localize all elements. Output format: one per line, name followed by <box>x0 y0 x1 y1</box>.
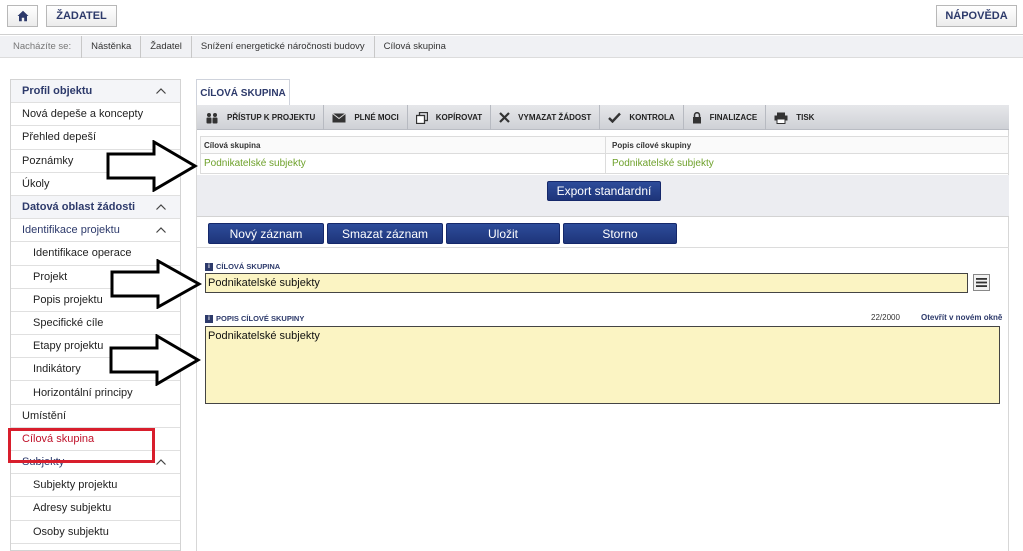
home-icon <box>17 10 28 22</box>
sidebar-section-datova-oblast[interactable]: Datová oblast žádosti <box>11 195 180 220</box>
novy-zaznam-button[interactable]: Nový záznam <box>208 223 324 244</box>
divider <box>197 247 1009 248</box>
toolbar-label: KOPÍROVAT <box>435 113 483 122</box>
toolbar-label: PLNÉ MOCI <box>354 113 399 122</box>
breadcrumb-item-project[interactable]: Snížení energetické náročnosti budovy <box>190 35 374 58</box>
toolbar-vymazat-button[interactable]: VYMAZAT ŽÁDOST <box>491 105 601 130</box>
sidebar-item-label: Profil objektu <box>22 85 93 98</box>
sidebar-section-identifikace-projektu[interactable]: Identifikace projektu <box>11 219 180 243</box>
toolbar-tisk-button[interactable]: TISK <box>766 105 822 130</box>
sidebar-item-subjekty-projektu[interactable]: Subjekty projektu <box>11 474 180 498</box>
printer-icon <box>774 112 788 124</box>
breadcrumb-label: Nacházíte se: <box>13 41 72 52</box>
table-row[interactable]: Podnikatelské subjekty Podnikatelské sub… <box>201 154 1008 173</box>
sidebar-item-osoby-subjektu[interactable]: Osoby subjektu <box>11 521 180 544</box>
sidebar-item-label: Adresy subjektu <box>33 502 112 515</box>
sidebar-item-label: Projekt <box>33 270 68 283</box>
toolbar-label: KONTROLA <box>629 113 675 122</box>
people-icon <box>206 112 218 123</box>
popis-cilove-skupiny-label: i POPIS CÍLOVÉ SKUPINY <box>205 314 304 323</box>
chevron-up-icon[interactable] <box>156 227 166 234</box>
toolbar-label: FINALIZACE <box>709 113 758 122</box>
x-icon <box>499 112 510 123</box>
sidebar-item-label: Specifické cíle <box>33 316 104 329</box>
sidebar-item-adresy-subjektu[interactable]: Adresy subjektu <box>11 497 180 521</box>
top-bar: ŽADATEL NÁPOVĚDA <box>0 0 1023 35</box>
copy-icon <box>415 111 428 124</box>
export-bar: Export standardní <box>197 175 1009 217</box>
sidebar-item-label: Indikátory <box>33 363 81 376</box>
sidebar-item-specificke-cile[interactable]: Specifické cíle <box>11 312 180 336</box>
table-cell: Podnikatelské subjekty <box>201 154 606 173</box>
field-label-text: CÍLOVÁ SKUPINA <box>216 262 281 271</box>
table-cell: Podnikatelské subjekty <box>612 158 714 169</box>
storno-button[interactable]: Storno <box>563 223 677 244</box>
toolbar-label: VYMAZAT ŽÁDOST <box>518 113 592 122</box>
sidebar-item-label: Úkoly <box>22 177 50 190</box>
sidebar-item-label: Popis projektu <box>33 293 103 306</box>
arrow-annotation <box>106 140 198 192</box>
check-icon <box>608 112 622 123</box>
toolbar-label: PŘÍSTUP K PROJEKTU <box>227 113 316 122</box>
main-panel: PŘÍSTUP K PROJEKTU PLNÉ MOCI KOPÍROVAT V… <box>196 105 1009 551</box>
zadatel-button[interactable]: ŽADATEL <box>46 5 117 27</box>
cilova-skupina-label: i CÍLOVÁ SKUPINA <box>205 262 280 271</box>
open-new-window-link[interactable]: Otevřít v novém okně <box>921 313 1002 322</box>
home-button[interactable] <box>7 5 38 27</box>
napoveda-button[interactable]: NÁPOVĚDA <box>936 5 1017 27</box>
popis-cilove-skupiny-textarea[interactable]: Podnikatelské subjekty <box>205 326 1000 404</box>
column-header-cilova-skupina[interactable]: Cílová skupina <box>201 137 606 153</box>
toolbar-plne-moci-button[interactable]: PLNÉ MOCI <box>324 105 408 130</box>
sidebar-item-label: Identifikace projektu <box>22 224 120 237</box>
breadcrumb-item-zadatel[interactable]: Žadatel <box>140 35 191 58</box>
highlight-box <box>8 428 155 463</box>
info-icon: i <box>205 262 213 271</box>
field-label-text: POPIS CÍLOVÉ SKUPINY <box>216 314 305 323</box>
breadcrumb-item-current: Cílová skupina <box>373 35 455 58</box>
smazat-zaznam-button[interactable]: Smazat záznam <box>327 223 443 244</box>
cilova-skupina-input[interactable]: Podnikatelské subjekty <box>205 273 968 293</box>
character-counter: 22/2000 <box>871 313 900 322</box>
ulozit-button[interactable]: Uložit <box>446 223 560 244</box>
toolbar-kontrola-button[interactable]: KONTROLA <box>600 105 684 130</box>
sidebar-item-label: Horizontální principy <box>33 386 133 399</box>
toolbar-label: TISK <box>796 113 815 122</box>
tab-cilova-skupina[interactable]: CÍLOVÁ SKUPINA <box>196 79 290 106</box>
envelope-icon <box>332 112 347 122</box>
list-icon <box>976 278 987 287</box>
info-icon: i <box>205 314 213 323</box>
sidebar-item-label: Nová depeše a koncepty <box>22 108 144 121</box>
sidebar-item-label: Poznámky <box>22 154 74 167</box>
lock-icon <box>692 111 701 123</box>
sidebar-item-label: Osoby subjektu <box>33 525 109 538</box>
sidebar-item-label: Umístění <box>22 409 67 422</box>
breadcrumb: Nacházíte se: Nástěnka Žadatel Snížení e… <box>0 35 1023 58</box>
toolbar: PŘÍSTUP K PROJEKTU PLNÉ MOCI KOPÍROVAT V… <box>197 105 1009 130</box>
chevron-up-icon[interactable] <box>156 459 166 465</box>
arrow-annotation <box>109 334 201 386</box>
column-header-popis[interactable]: Popis cílové skupiny <box>606 137 1008 153</box>
toolbar-pristup-button[interactable]: PŘÍSTUP K PROJEKTU <box>197 105 325 130</box>
sidebar-item-label: Datová oblast žádosti <box>22 201 136 214</box>
sidebar-item-label: Identifikace operace <box>33 247 132 260</box>
export-standardni-button[interactable]: Export standardní <box>547 181 661 201</box>
toolbar-kopirovat-button[interactable]: KOPÍROVAT <box>408 105 492 130</box>
sidebar-item-nova-depese[interactable]: Nová depeše a koncepty <box>11 103 180 127</box>
sidebar-section-profil-objektu[interactable]: Profil objektu <box>11 80 180 104</box>
arrow-annotation <box>110 259 202 309</box>
breadcrumb-item-nastenka[interactable]: Nástěnka <box>81 35 140 58</box>
sidebar-item-label: Subjekty projektu <box>33 479 118 492</box>
chevron-up-icon[interactable] <box>156 88 166 94</box>
sidebar-item-label: Etapy projektu <box>33 340 104 353</box>
toolbar-finalizace-button[interactable]: FINALIZACE <box>684 105 767 130</box>
data-grid: Cílová skupina Popis cílové skupiny Podn… <box>200 136 1009 174</box>
chevron-up-icon[interactable] <box>156 204 166 210</box>
list-picker-button[interactable] <box>973 274 990 291</box>
sidebar-item-umisteni[interactable]: Umístění <box>11 405 180 428</box>
sidebar-item-label: Přehled depeší <box>22 131 96 144</box>
grid-header: Cílová skupina Popis cílové skupiny <box>201 137 1008 154</box>
